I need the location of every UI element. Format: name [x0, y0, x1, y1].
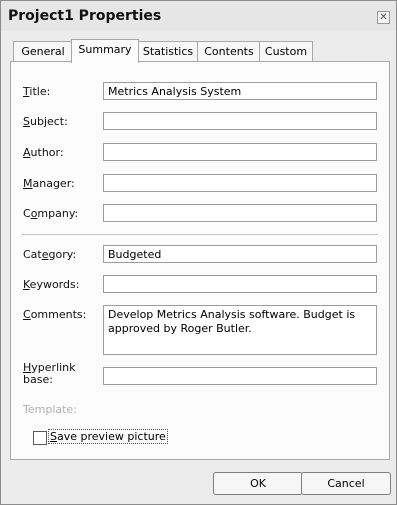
tab-label: General [21, 45, 65, 58]
close-icon[interactable]: ✕ [377, 11, 390, 24]
summary-panel [10, 61, 390, 460]
tab-label: Contents [204, 45, 254, 58]
ok-button[interactable]: OK [213, 472, 303, 495]
tab-statistics[interactable]: Statistics [137, 41, 199, 61]
properties-dialog: Project1 Properties ✕ General Summary St… [0, 0, 397, 505]
tab-general[interactable]: General [13, 41, 73, 61]
tab-contents[interactable]: Contents [197, 41, 261, 61]
title-bar: Project1 Properties ✕ [1, 1, 396, 31]
tab-custom[interactable]: Custom [259, 41, 313, 61]
tab-label: Custom [264, 45, 308, 58]
tab-label: Summary [78, 43, 132, 56]
cancel-button[interactable]: Cancel [301, 472, 391, 495]
dialog-title: Project1 Properties [8, 8, 162, 24]
tab-label: Statistics [142, 45, 194, 58]
tab-summary[interactable]: Summary [71, 39, 139, 63]
